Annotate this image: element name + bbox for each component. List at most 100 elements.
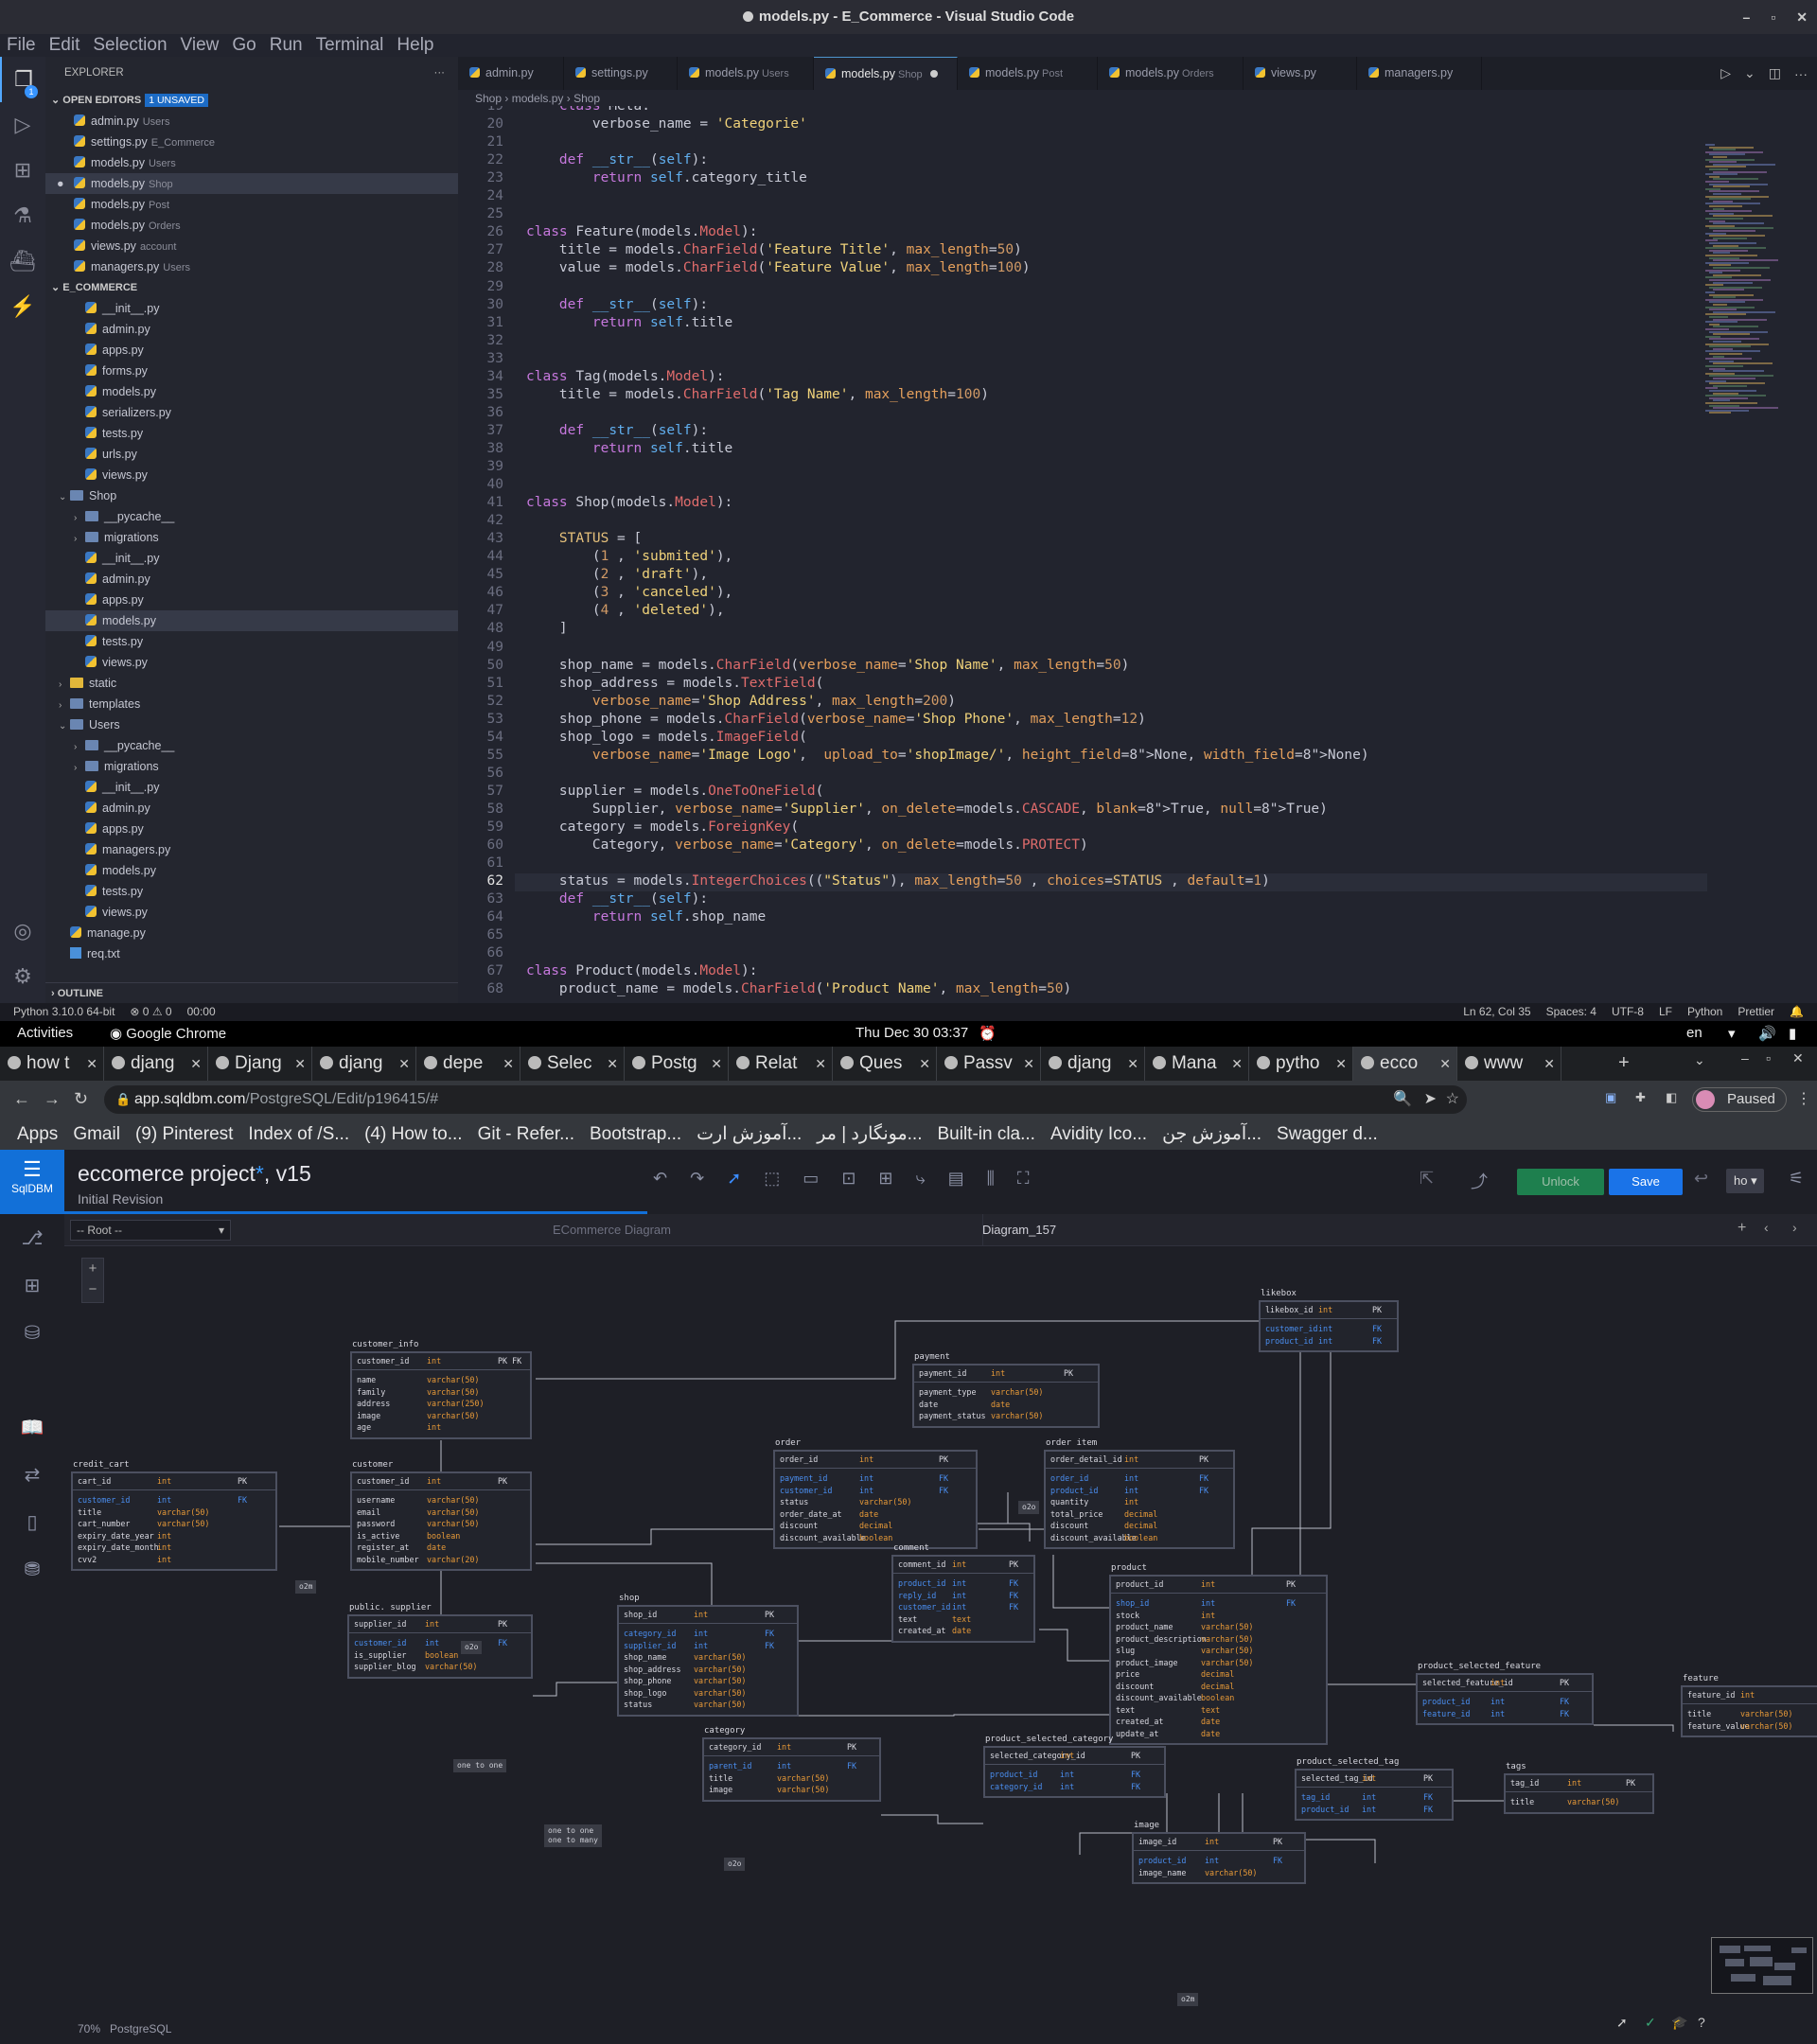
tree-item[interactable]: models.py xyxy=(45,860,458,881)
indentation[interactable]: Spaces: 4 xyxy=(1546,1005,1596,1018)
column-row[interactable]: family varchar(50) xyxy=(352,1386,530,1399)
open-editor-item[interactable]: views.py account xyxy=(45,236,458,256)
cursor-position[interactable]: Ln 62, Col 35 xyxy=(1463,1005,1530,1018)
tree-item[interactable]: admin.py xyxy=(45,319,458,340)
column-row[interactable]: tag_id int FK xyxy=(1297,1791,1452,1804)
column-row[interactable]: product_image varchar(50) xyxy=(1111,1657,1326,1669)
pk-row[interactable]: payment_id int PK xyxy=(914,1366,1098,1383)
close-tab-icon[interactable]: ✕ xyxy=(919,1047,930,1081)
account-icon[interactable]: ◎ xyxy=(0,908,45,954)
column-row[interactable]: text text xyxy=(893,1613,1033,1626)
bookmark-star-icon[interactable]: ☆ xyxy=(1446,1085,1459,1114)
arrange-icon[interactable]: ⛶ xyxy=(1017,1169,1030,1189)
tree-item[interactable]: serializers.py xyxy=(45,402,458,423)
notifications-icon[interactable]: 🔔 xyxy=(1790,1005,1804,1018)
column-row[interactable]: title varchar(50) xyxy=(1506,1796,1652,1808)
run-debug-icon[interactable]: ▷ xyxy=(0,102,45,148)
browser-tab[interactable]: depe ✕ xyxy=(416,1047,520,1081)
hierarchy-icon[interactable]: ⎇ xyxy=(0,1214,64,1261)
menu-file[interactable]: File xyxy=(0,34,43,57)
tree-item[interactable]: admin.py xyxy=(45,569,458,590)
column-row[interactable]: created_at date xyxy=(1111,1716,1326,1728)
column-row[interactable]: product_id int FK xyxy=(1261,1335,1397,1348)
column-row[interactable]: total_price decimal xyxy=(1046,1508,1233,1521)
activities-button[interactable]: Activities xyxy=(17,1025,73,1041)
relationship-label[interactable]: o2o xyxy=(1018,1501,1040,1514)
menu-selection[interactable]: Selection xyxy=(86,34,173,57)
zoom-100-icon[interactable]: ▭ xyxy=(803,1169,819,1189)
pk-row[interactable]: customer_id int PK xyxy=(352,1473,530,1490)
chevron-right-icon[interactable]: › xyxy=(1792,1220,1797,1235)
tab-diagram-157[interactable]: Diagram_157 xyxy=(982,1223,1056,1237)
zoom-level[interactable]: 70% xyxy=(78,2022,100,2035)
table-category[interactable]: category category_id int PK parent_id int FK ti… xyxy=(702,1726,881,1802)
docs-icon[interactable]: 📖 xyxy=(0,1403,64,1451)
table-customer_info[interactable]: customer_info customer_id int PK FK name varc… xyxy=(350,1340,532,1439)
column-row[interactable]: customer_id int FK xyxy=(73,1494,275,1507)
close-icon[interactable]: ✕ xyxy=(1796,0,1808,34)
table-image[interactable]: image image_id int PK product_id int FK image_n… xyxy=(1132,1821,1306,1884)
browser-tab[interactable]: Mana ✕ xyxy=(1145,1047,1249,1081)
outline-section[interactable]: › OUTLINE xyxy=(45,982,458,1003)
remote-icon[interactable]: ⚡ xyxy=(0,284,45,329)
column-row[interactable]: discount_available boolean xyxy=(1046,1532,1233,1544)
translate-icon[interactable]: ▣ xyxy=(1605,1090,1616,1105)
column-row[interactable]: created_at date xyxy=(893,1625,1033,1637)
pk-row[interactable]: likebox_id int PK xyxy=(1261,1302,1397,1319)
table-payment[interactable]: payment payment_id int PK payment_type varcha… xyxy=(912,1352,1100,1428)
reload-icon[interactable]: ↻ xyxy=(74,1089,88,1109)
column-row[interactable]: image varchar(50) xyxy=(704,1784,879,1796)
editor-tab[interactable]: managers.py xyxy=(1357,57,1482,90)
tree-item[interactable]: › templates xyxy=(45,694,458,714)
menu-run[interactable]: Run xyxy=(263,34,309,57)
column-row[interactable]: discount_available boolean xyxy=(775,1532,976,1544)
browser-tab[interactable]: pytho ✕ xyxy=(1249,1047,1353,1081)
column-row[interactable]: product_id int FK xyxy=(1134,1855,1304,1867)
relationship-icon[interactable]: ⤷ xyxy=(916,1169,926,1189)
browser-tab[interactable]: Passv ✕ xyxy=(937,1047,1041,1081)
relationship-label[interactable]: one to one xyxy=(453,1759,507,1772)
column-row[interactable]: mobile_number varchar(20) xyxy=(352,1554,530,1566)
open-editor-item[interactable]: settings.py E_Commerce xyxy=(45,132,458,152)
tree-item[interactable]: tests.py xyxy=(45,423,458,444)
area-select-icon[interactable]: ⬚ xyxy=(764,1169,780,1189)
column-row[interactable]: update_at date xyxy=(1111,1728,1326,1740)
zoom-in-button[interactable]: + xyxy=(82,1259,103,1279)
column-row[interactable]: customer_id int FK xyxy=(775,1485,976,1497)
column-row[interactable]: payment_type varchar(50) xyxy=(914,1386,1098,1399)
tree-item[interactable]: managers.py xyxy=(45,839,458,860)
line-ending[interactable]: LF xyxy=(1659,1005,1672,1018)
profile-button[interactable]: Paused xyxy=(1692,1087,1787,1112)
browser-tab[interactable]: ecco ✕ xyxy=(1353,1047,1457,1081)
table-product_selected_feature[interactable]: product_selected_feature selected_feature… xyxy=(1416,1662,1594,1725)
tree-item[interactable]: models.py xyxy=(45,610,458,631)
relationship-label[interactable]: o2o xyxy=(461,1641,483,1654)
table-order_item[interactable]: order item order_detail_id int PK order_id in… xyxy=(1044,1438,1235,1549)
extensions-icon[interactable]: ✚ xyxy=(1635,1090,1646,1105)
bookmark-item[interactable]: Built-in cla... xyxy=(937,1124,1034,1145)
relationship-line[interactable] xyxy=(1052,1555,1109,1609)
bookmark-item[interactable]: مونگارد | مر... xyxy=(817,1123,922,1145)
pk-row[interactable]: tag_id int PK xyxy=(1506,1775,1652,1792)
close-tab-icon[interactable]: ✕ xyxy=(1023,1047,1034,1081)
clock[interactable]: Thu Dec 30 03:37 xyxy=(856,1025,968,1041)
column-row[interactable]: product_id int FK xyxy=(1297,1804,1452,1816)
tree-item[interactable]: urls.py xyxy=(45,444,458,465)
column-row[interactable]: discount decimal xyxy=(1046,1520,1233,1532)
minimize-icon[interactable]: – xyxy=(1743,0,1751,34)
bookmark-item[interactable]: Avidity Ico... xyxy=(1050,1124,1147,1145)
column-row[interactable]: expiry_date_year int xyxy=(73,1530,275,1542)
breadcrumb-item[interactable]: models.py xyxy=(512,92,564,105)
pk-row[interactable]: shop_id int PK xyxy=(619,1607,797,1624)
input-language[interactable]: en xyxy=(1686,1025,1702,1041)
bookmark-item[interactable]: Index of /S... xyxy=(248,1124,349,1145)
column-row[interactable]: status varchar(50) xyxy=(775,1496,976,1508)
open-editor-item[interactable]: admin.py Users xyxy=(45,111,458,132)
more-actions-icon[interactable]: ··· xyxy=(1794,66,1808,81)
layout-icon[interactable]: ⫼ xyxy=(987,1169,995,1189)
column-row[interactable]: address varchar(250) xyxy=(352,1398,530,1410)
editor-tab[interactable]: views.py xyxy=(1244,57,1357,90)
column-row[interactable]: status varchar(50) xyxy=(619,1699,797,1711)
pk-row[interactable]: image_id int PK xyxy=(1134,1834,1304,1851)
column-row[interactable]: customer_id int FK xyxy=(349,1637,531,1649)
